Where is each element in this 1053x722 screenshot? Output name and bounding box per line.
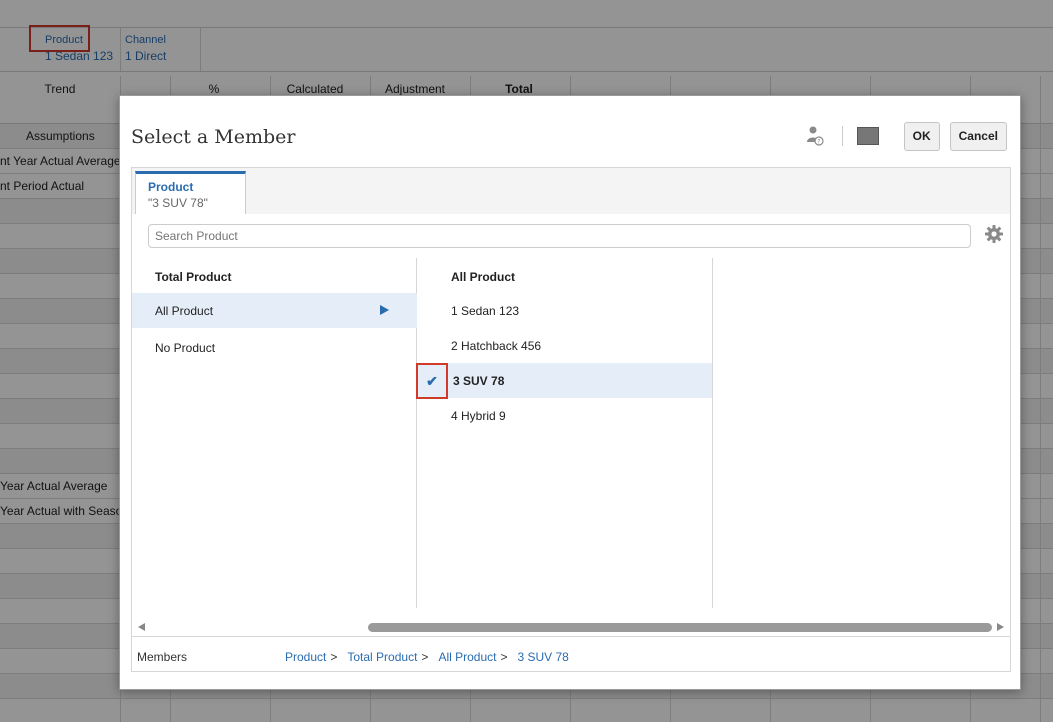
breadcrumb-separator: > [421,650,429,664]
tab-product-value: "3 SUV 78" [148,196,208,210]
ok-button[interactable]: OK [903,121,940,151]
checkmark-icon: ✔ [426,372,438,389]
maximize-icon[interactable] [856,127,879,145]
horizontal-scrollbar[interactable] [132,618,1010,636]
member-label: 4 Hybrid 9 [451,408,506,423]
breadcrumb-separator: > [500,650,508,664]
search-input[interactable] [148,224,971,248]
scroll-left-icon[interactable] [138,623,145,631]
breadcrumb-all-product[interactable]: All Product [438,650,496,664]
dimension-tabbar: Product "3 SUV 78" [132,168,1010,214]
dialog-title: Select a Member [131,126,296,148]
column1-header: Total Product [155,270,232,284]
breadcrumb: Product > Total Product > All Product > 3 S… [285,650,569,664]
member-label: 3 SUV 78 [453,373,505,388]
members-footer: Members Product > Total Product > All Prod… [132,636,1010,671]
scroll-right-icon[interactable] [997,623,1004,631]
member-all-product[interactable]: All Product [132,293,417,328]
member-label: 1 Sedan 123 [451,303,520,318]
member-label: No Product [155,340,216,355]
members-label: Members [137,650,188,664]
dialog-toolbar: ? OK Cancel [804,121,1007,151]
member-selector-panel: Product "3 SUV 78" Search Product Total … [131,167,1011,672]
column2-header: All Product [451,270,516,284]
gear-icon[interactable] [984,224,1004,244]
member-columns: Total Product All Product No Product All… [132,258,1010,608]
column-total-product: Total Product All Product No Product [132,258,417,608]
tab-product-name: Product [148,180,194,194]
user-variable-icon[interactable]: ? [804,125,826,147]
breadcrumb-total-product[interactable]: Total Product [347,650,417,664]
breadcrumb-separator: > [330,650,338,664]
breadcrumb-product[interactable]: Product [285,650,326,664]
tab-product[interactable]: Product "3 SUV 78" [135,171,246,214]
column-all-product: All Product 1 Sedan 123 2 Hatchback 456 … [416,258,713,608]
member-1-sedan-123[interactable]: 1 Sedan 123 [417,293,712,328]
member-3-suv-78[interactable]: ✔ 3 SUV 78 [416,363,712,399]
selected-checkmark-highlight[interactable]: ✔ [416,363,448,399]
breadcrumb-3-suv-78[interactable]: 3 SUV 78 [517,650,568,664]
select-member-dialog: Select a Member ? OK Cancel Product "3 S… [119,95,1021,690]
toolbar-separator [841,126,843,146]
cancel-button[interactable]: Cancel [949,121,1007,151]
member-label: 2 Hatchback 456 [451,338,542,353]
member-4-hybrid-9[interactable]: 4 Hybrid 9 [417,398,712,433]
member-no-product[interactable]: No Product [132,330,417,365]
svg-text:?: ? [817,139,820,146]
member-label: All Product [155,303,214,318]
member-2-hatchback-456[interactable]: 2 Hatchback 456 [417,328,712,363]
expand-arrow-icon[interactable] [380,305,389,315]
scrollbar-thumb[interactable] [368,623,992,632]
